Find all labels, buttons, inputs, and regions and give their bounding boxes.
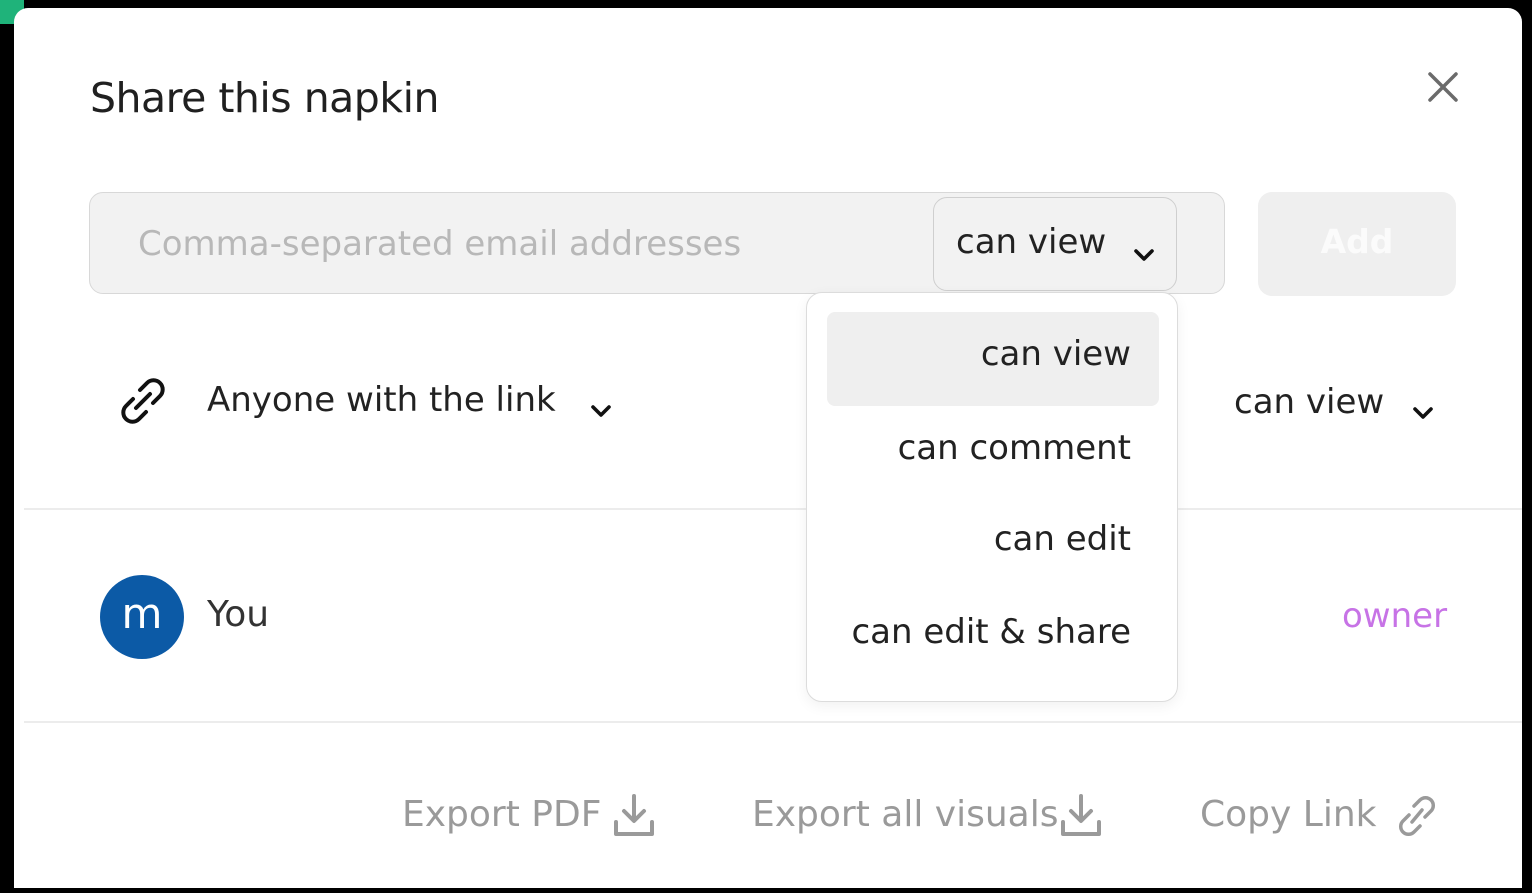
divider <box>24 721 1522 723</box>
avatar: m <box>100 575 184 659</box>
dialog-title: Share this napkin <box>90 74 439 122</box>
download-icon[interactable] <box>611 792 657 840</box>
divider <box>24 508 1522 510</box>
menu-item-label: can edit & share <box>851 612 1131 652</box>
member-role: owner <box>1342 596 1448 636</box>
email-input[interactable] <box>136 213 900 275</box>
link-scope-dropdown[interactable]: Anyone with the link <box>207 380 556 420</box>
invite-permission-label: can view <box>956 222 1107 262</box>
chevron-down-icon[interactable] <box>1410 400 1436 426</box>
menu-item-can-edit[interactable]: can edit <box>827 497 1159 591</box>
add-button[interactable]: Add <box>1258 192 1456 296</box>
link-icon[interactable] <box>1394 792 1440 840</box>
export-all-visuals-button[interactable]: Export all visuals <box>752 794 1059 835</box>
menu-item-label: can edit <box>993 519 1131 559</box>
download-icon[interactable] <box>1058 792 1104 840</box>
link-permission-dropdown[interactable]: can view <box>1234 382 1384 422</box>
chevron-down-icon <box>1134 249 1154 261</box>
menu-item-can-edit-share[interactable]: can edit & share <box>827 590 1159 684</box>
member-name: You <box>207 594 270 635</box>
link-icon <box>121 378 165 424</box>
share-dialog: Share this napkin can view Add Anyone wi… <box>14 8 1522 888</box>
chevron-down-icon[interactable] <box>588 398 614 424</box>
permission-menu: can view can comment can edit can edit &… <box>806 292 1178 702</box>
copy-link-button[interactable]: Copy Link <box>1200 794 1376 835</box>
menu-item-label: can comment <box>897 428 1131 468</box>
add-button-label: Add <box>1320 222 1394 261</box>
export-pdf-button[interactable]: Export PDF <box>402 794 601 835</box>
menu-item-label: can view <box>980 334 1131 374</box>
menu-item-can-view[interactable]: can view <box>827 312 1159 406</box>
invite-permission-dropdown[interactable]: can view <box>933 197 1177 291</box>
close-icon <box>1428 72 1458 102</box>
close-button[interactable] <box>1416 60 1468 112</box>
menu-item-can-comment[interactable]: can comment <box>827 406 1159 500</box>
